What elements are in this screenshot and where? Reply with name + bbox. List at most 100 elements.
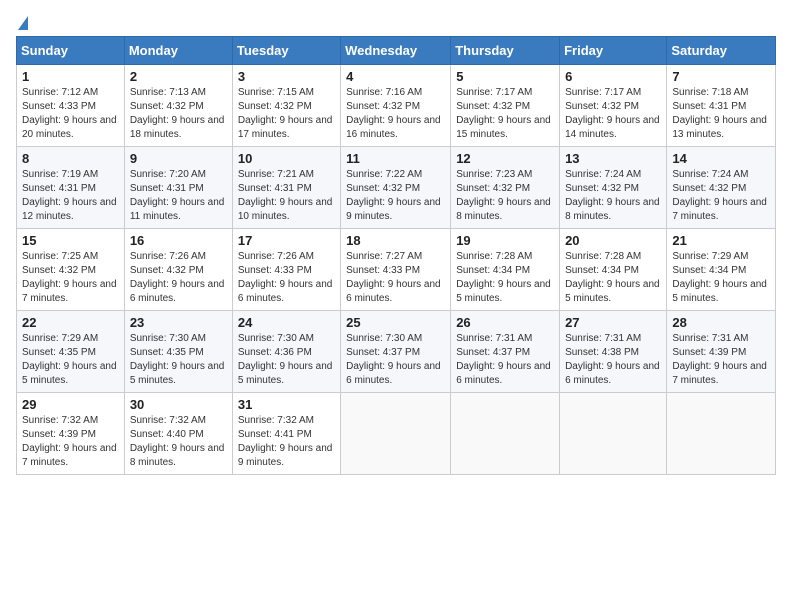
calendar-cell	[560, 393, 667, 475]
header-day-tuesday: Tuesday	[232, 37, 340, 65]
calendar-cell: 18 Sunrise: 7:27 AMSunset: 4:33 PMDayligh…	[341, 229, 451, 311]
logo-triangle-icon	[18, 16, 28, 30]
day-number: 29	[22, 397, 119, 412]
calendar-cell: 30 Sunrise: 7:32 AMSunset: 4:40 PMDayligh…	[124, 393, 232, 475]
header-day-friday: Friday	[560, 37, 667, 65]
calendar-week-2: 8 Sunrise: 7:19 AMSunset: 4:31 PMDaylight…	[17, 147, 776, 229]
day-number: 15	[22, 233, 119, 248]
cell-text: Sunrise: 7:29 AMSunset: 4:34 PMDaylight:…	[672, 251, 767, 304]
page-header	[16, 16, 776, 30]
calendar-cell: 3 Sunrise: 7:15 AMSunset: 4:32 PMDaylight…	[232, 65, 340, 147]
day-number: 2	[130, 69, 227, 84]
day-number: 30	[130, 397, 227, 412]
cell-text: Sunrise: 7:30 AMSunset: 4:36 PMDaylight:…	[238, 333, 333, 386]
cell-text: Sunrise: 7:17 AMSunset: 4:32 PMDaylight:…	[456, 87, 551, 140]
calendar-cell: 4Sunrise: 7:16 AMSunset: 4:32 PMDaylight…	[341, 65, 451, 147]
day-number: 16	[130, 233, 227, 248]
logo	[16, 16, 28, 30]
day-number: 11	[346, 151, 445, 166]
cell-text: Sunrise: 7:16 AMSunset: 4:32 PMDaylight:…	[346, 87, 441, 140]
cell-text: Sunrise: 7:24 AMSunset: 4:32 PMDaylight:…	[565, 169, 660, 222]
cell-text: Sunrise: 7:32 AMSunset: 4:41 PMDaylight:…	[238, 415, 333, 468]
day-number: 17	[238, 233, 335, 248]
header-day-saturday: Saturday	[667, 37, 776, 65]
cell-text: Sunrise: 7:15 AMSunset: 4:32 PMDaylight:…	[238, 87, 333, 140]
calendar-cell: 20Sunrise: 7:28 AMSunset: 4:34 PMDayligh…	[560, 229, 667, 311]
calendar-cell: 24Sunrise: 7:30 AMSunset: 4:36 PMDayligh…	[232, 311, 340, 393]
calendar-cell	[667, 393, 776, 475]
day-number: 25	[346, 315, 445, 330]
cell-text: Sunrise: 7:23 AMSunset: 4:32 PMDaylight:…	[456, 169, 551, 222]
calendar-cell: 11 Sunrise: 7:22 AMSunset: 4:32 PMDayligh…	[341, 147, 451, 229]
calendar-cell	[451, 393, 560, 475]
calendar-body: 1 Sunrise: 7:12 AMSunset: 4:33 PMDaylight…	[17, 65, 776, 475]
calendar-cell: 31 Sunrise: 7:32 AMSunset: 4:41 PMDayligh…	[232, 393, 340, 475]
calendar-cell: 6Sunrise: 7:17 AMSunset: 4:32 PMDaylight…	[560, 65, 667, 147]
cell-text: Sunrise: 7:32 AMSunset: 4:40 PMDaylight:…	[130, 415, 225, 468]
cell-text: Sunrise: 7:28 AMSunset: 4:34 PMDaylight:…	[456, 251, 551, 304]
calendar-cell: 26 Sunrise: 7:31 AMSunset: 4:37 PMDayligh…	[451, 311, 560, 393]
calendar-week-5: 29 Sunrise: 7:32 AMSunset: 4:39 PMDayligh…	[17, 393, 776, 475]
cell-text: Sunrise: 7:13 AMSunset: 4:32 PMDaylight:…	[130, 87, 225, 140]
calendar-cell: 29 Sunrise: 7:32 AMSunset: 4:39 PMDayligh…	[17, 393, 125, 475]
calendar-cell: 1 Sunrise: 7:12 AMSunset: 4:33 PMDaylight…	[17, 65, 125, 147]
day-number: 9	[130, 151, 227, 166]
header-day-wednesday: Wednesday	[341, 37, 451, 65]
calendar-cell: 28Sunrise: 7:31 AMSunset: 4:39 PMDayligh…	[667, 311, 776, 393]
cell-text: Sunrise: 7:24 AMSunset: 4:32 PMDaylight:…	[672, 169, 767, 222]
cell-text: Sunrise: 7:27 AMSunset: 4:33 PMDaylight:…	[346, 251, 441, 304]
day-number: 14	[672, 151, 770, 166]
cell-text: Sunrise: 7:12 AMSunset: 4:33 PMDaylight:…	[22, 87, 117, 140]
header-day-sunday: Sunday	[17, 37, 125, 65]
day-number: 18	[346, 233, 445, 248]
cell-text: Sunrise: 7:19 AMSunset: 4:31 PMDaylight:…	[22, 169, 117, 222]
cell-text: Sunrise: 7:30 AMSunset: 4:35 PMDaylight:…	[130, 333, 225, 386]
day-number: 22	[22, 315, 119, 330]
calendar-cell: 8 Sunrise: 7:19 AMSunset: 4:31 PMDaylight…	[17, 147, 125, 229]
calendar-cell: 17Sunrise: 7:26 AMSunset: 4:33 PMDayligh…	[232, 229, 340, 311]
calendar-cell	[341, 393, 451, 475]
day-number: 27	[565, 315, 661, 330]
header-row: SundayMondayTuesdayWednesdayThursdayFrid…	[17, 37, 776, 65]
calendar-cell: 19 Sunrise: 7:28 AMSunset: 4:34 PMDayligh…	[451, 229, 560, 311]
calendar-cell: 21 Sunrise: 7:29 AMSunset: 4:34 PMDayligh…	[667, 229, 776, 311]
calendar-cell: 9 Sunrise: 7:20 AMSunset: 4:31 PMDaylight…	[124, 147, 232, 229]
cell-text: Sunrise: 7:31 AMSunset: 4:37 PMDaylight:…	[456, 333, 551, 386]
day-number: 1	[22, 69, 119, 84]
cell-text: Sunrise: 7:21 AMSunset: 4:31 PMDaylight:…	[238, 169, 333, 222]
day-number: 13	[565, 151, 661, 166]
calendar-cell: 14 Sunrise: 7:24 AMSunset: 4:32 PMDayligh…	[667, 147, 776, 229]
day-number: 19	[456, 233, 554, 248]
calendar-cell: 5 Sunrise: 7:17 AMSunset: 4:32 PMDaylight…	[451, 65, 560, 147]
calendar-cell: 22 Sunrise: 7:29 AMSunset: 4:35 PMDayligh…	[17, 311, 125, 393]
day-number: 3	[238, 69, 335, 84]
day-number: 7	[672, 69, 770, 84]
cell-text: Sunrise: 7:22 AMSunset: 4:32 PMDaylight:…	[346, 169, 441, 222]
day-number: 26	[456, 315, 554, 330]
header-day-thursday: Thursday	[451, 37, 560, 65]
calendar-week-1: 1 Sunrise: 7:12 AMSunset: 4:33 PMDaylight…	[17, 65, 776, 147]
calendar-cell: 23 Sunrise: 7:30 AMSunset: 4:35 PMDayligh…	[124, 311, 232, 393]
calendar-cell: 25Sunrise: 7:30 AMSunset: 4:37 PMDayligh…	[341, 311, 451, 393]
cell-text: Sunrise: 7:31 AMSunset: 4:38 PMDaylight:…	[565, 333, 660, 386]
calendar-week-4: 22 Sunrise: 7:29 AMSunset: 4:35 PMDayligh…	[17, 311, 776, 393]
day-number: 31	[238, 397, 335, 412]
calendar-cell: 2 Sunrise: 7:13 AMSunset: 4:32 PMDaylight…	[124, 65, 232, 147]
calendar-week-3: 15Sunrise: 7:25 AMSunset: 4:32 PMDayligh…	[17, 229, 776, 311]
day-number: 23	[130, 315, 227, 330]
calendar-cell: 7Sunrise: 7:18 AMSunset: 4:31 PMDaylight…	[667, 65, 776, 147]
calendar-cell: 16 Sunrise: 7:26 AMSunset: 4:32 PMDayligh…	[124, 229, 232, 311]
day-number: 21	[672, 233, 770, 248]
day-number: 6	[565, 69, 661, 84]
cell-text: Sunrise: 7:26 AMSunset: 4:32 PMDaylight:…	[130, 251, 225, 304]
day-number: 8	[22, 151, 119, 166]
cell-text: Sunrise: 7:32 AMSunset: 4:39 PMDaylight:…	[22, 415, 117, 468]
cell-text: Sunrise: 7:29 AMSunset: 4:35 PMDaylight:…	[22, 333, 117, 386]
day-number: 5	[456, 69, 554, 84]
calendar-cell: 15Sunrise: 7:25 AMSunset: 4:32 PMDayligh…	[17, 229, 125, 311]
day-number: 28	[672, 315, 770, 330]
cell-text: Sunrise: 7:20 AMSunset: 4:31 PMDaylight:…	[130, 169, 225, 222]
day-number: 10	[238, 151, 335, 166]
calendar-cell: 13 Sunrise: 7:24 AMSunset: 4:32 PMDayligh…	[560, 147, 667, 229]
calendar-cell: 12Sunrise: 7:23 AMSunset: 4:32 PMDayligh…	[451, 147, 560, 229]
